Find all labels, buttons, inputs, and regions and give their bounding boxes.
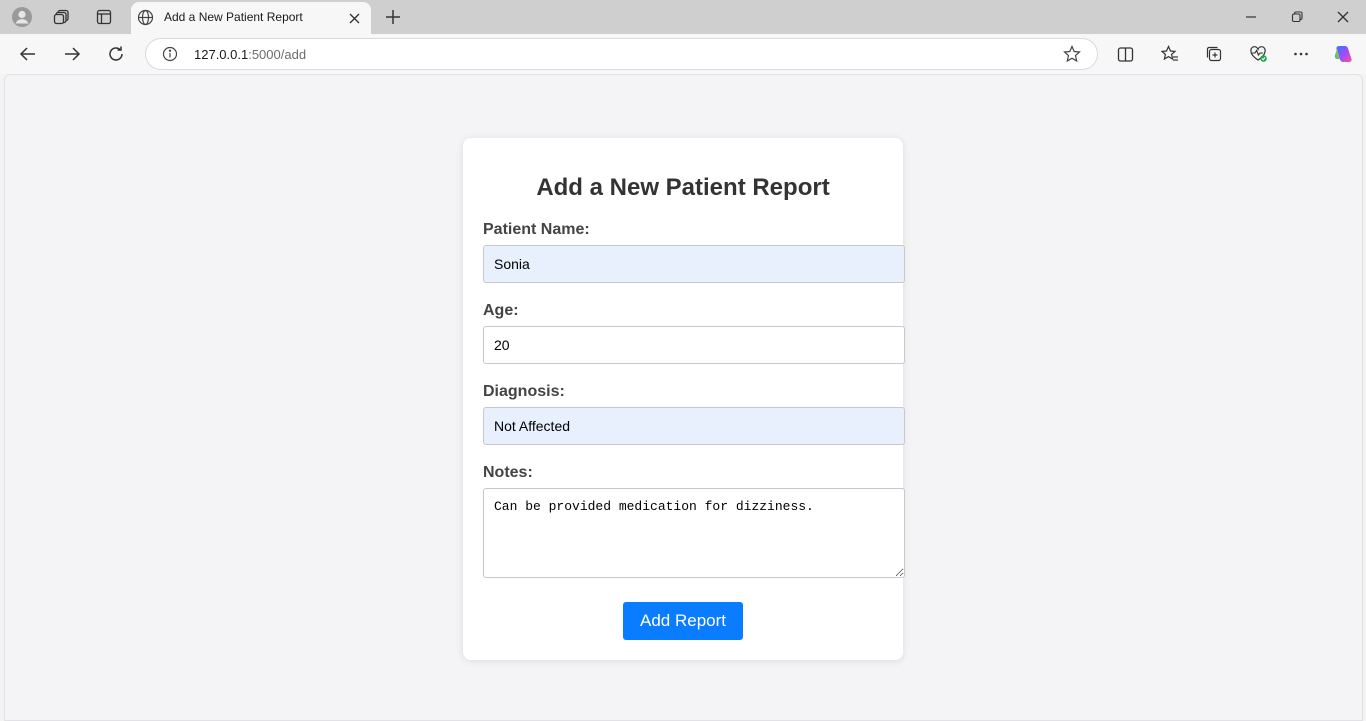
page-title: Add a New Patient Report — [536, 174, 830, 201]
tab-strip: Add a New Patient Report — [0, 0, 1366, 34]
url-text: 127.0.0.1:5000/add — [194, 47, 307, 62]
tab-title: Add a New Patient Report — [164, 10, 303, 24]
globe-icon — [137, 9, 154, 31]
diagnosis-label: Diagnosis: — [483, 383, 565, 400]
favorites-icon[interactable] — [1155, 39, 1185, 69]
minimize-icon[interactable] — [1228, 0, 1274, 34]
browser-toolbar: 127.0.0.1:5000/add — [0, 34, 1366, 74]
workspaces-icon[interactable] — [47, 4, 77, 30]
favorite-star-icon[interactable] — [1063, 45, 1081, 68]
address-bar[interactable]: 127.0.0.1:5000/add — [145, 38, 1098, 70]
notes-label: Notes: — [483, 464, 533, 481]
add-report-form: Add a New Patient Report Patient Name: A… — [463, 138, 905, 660]
split-screen-icon[interactable] — [1110, 39, 1140, 69]
profile-icon[interactable] — [7, 4, 37, 30]
more-options-icon[interactable] — [1286, 39, 1316, 69]
copilot-icon[interactable] — [1328, 39, 1358, 69]
vertical-tabs-icon[interactable] — [89, 4, 119, 30]
close-tab-icon[interactable] — [345, 9, 363, 27]
diagnosis-input[interactable] — [483, 407, 905, 445]
collections-icon[interactable] — [1199, 39, 1229, 69]
add-report-button[interactable]: Add Report — [623, 602, 743, 640]
patient-name-input[interactable] — [483, 245, 905, 283]
notes-textarea[interactable]: Can be provided medication for dizziness… — [483, 488, 905, 578]
site-info-icon[interactable] — [162, 46, 178, 67]
age-input[interactable] — [483, 326, 905, 364]
age-label: Age: — [483, 302, 519, 319]
forward-icon[interactable] — [57, 39, 87, 69]
refresh-icon[interactable] — [101, 39, 131, 69]
patient-name-label: Patient Name: — [483, 221, 590, 238]
browser-essentials-icon[interactable] — [1243, 39, 1273, 69]
new-tab-icon[interactable] — [380, 4, 406, 30]
back-icon[interactable] — [13, 39, 43, 69]
restore-icon[interactable] — [1274, 0, 1320, 34]
active-tab[interactable]: Add a New Patient Report — [131, 2, 371, 34]
close-window-icon[interactable] — [1320, 0, 1366, 34]
